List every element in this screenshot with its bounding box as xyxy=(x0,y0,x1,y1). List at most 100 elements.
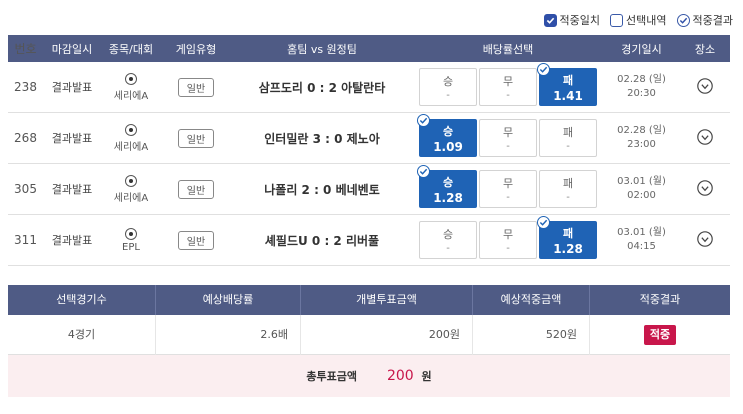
game-date: 02.28 (일) xyxy=(617,74,666,85)
summary-count: 4경기 xyxy=(8,314,156,355)
odds-option-1[interactable]: 무- xyxy=(479,68,537,106)
summary-header-odds: 예상배당률 xyxy=(156,285,301,315)
check-circle-icon xyxy=(417,165,430,178)
place-cell xyxy=(680,179,730,200)
game-status: 결과발표 xyxy=(51,234,93,247)
game-type-badge: 일반 xyxy=(177,230,215,250)
odds-value: - xyxy=(506,90,510,101)
odds-group: 승 1.28 무 - 패 - xyxy=(413,165,603,208)
summary-header-result: 적중결과 xyxy=(639,293,681,306)
type-cell: 일반 xyxy=(161,230,231,250)
match-teams: 삼프도리 0 : 2 아탈란타 xyxy=(258,80,386,95)
league-name: EPL xyxy=(122,241,140,253)
odds-label: 승 xyxy=(442,228,454,241)
odds-option-0[interactable]: 승 1.09 xyxy=(417,114,477,157)
odds-option-0[interactable]: 승- xyxy=(419,221,477,259)
odds-label: 승 xyxy=(442,175,454,189)
game-row: 268 결과발표 세리에A 일반 인터밀란 3 : 0 제노아 승 1.09 무 - 패 -02.2… xyxy=(8,113,730,164)
odds-value: - xyxy=(506,192,510,203)
game-datetime: 03.01 (월) 02:00 xyxy=(603,175,680,203)
total-amount: 200 xyxy=(386,368,414,384)
odds-option-1[interactable]: 무- xyxy=(479,170,537,208)
league-name: 세리에A xyxy=(113,141,149,153)
game-status: 결과발표 xyxy=(51,132,93,145)
legend-selection-label: 선택내역 xyxy=(626,14,667,27)
summary-row: 4경기 2.6배 200원 520원 적중 xyxy=(8,314,730,355)
total-bet-row: 총투표금액 200 원 xyxy=(8,355,730,397)
odds-option-0[interactable]: 승 1.28 xyxy=(417,165,477,208)
legend-match[interactable]: 적중일치 xyxy=(543,12,600,28)
place-cell xyxy=(680,128,730,149)
type-cell: 일반 xyxy=(161,77,231,97)
odds-label: 무 xyxy=(502,228,514,241)
soccer-ball-icon xyxy=(125,123,137,136)
header-type: 게임유형 xyxy=(175,42,217,56)
summary-payout: 520원 xyxy=(473,314,590,355)
summary-header-payout: 예상적중금액 xyxy=(473,285,590,315)
odds-option-0[interactable]: 승- xyxy=(419,68,477,106)
game-row: 311 결과발표 EPL 일반 셰필드U 0 : 2 리버풀 승 - 무 - 패 1.28 03.01… xyxy=(8,215,730,266)
summary-result-cell: 적중 xyxy=(590,315,730,355)
header-no: 번호 xyxy=(14,42,37,56)
game-number: 305 xyxy=(14,182,37,196)
game-time: 23:00 xyxy=(627,139,656,150)
odds-value: - xyxy=(506,243,510,254)
hit-badge: 적중 xyxy=(643,324,677,345)
game-time: 02:00 xyxy=(627,190,656,201)
game-datetime: 02.28 (일) 23:00 xyxy=(603,124,680,152)
league-cell: 세리에A xyxy=(101,174,161,204)
game-date: 02.28 (일) xyxy=(617,125,666,136)
game-row: 305 결과발표 세리에A 일반 나폴리 2 : 0 베네벤토 승 1.28 무 - 패 -03.0… xyxy=(8,164,730,215)
legend: 적중일치 선택내역 적중결과 xyxy=(543,10,733,30)
odds-label: 무 xyxy=(502,75,514,88)
odds-option-2[interactable]: 패- xyxy=(539,170,597,208)
odds-value: - xyxy=(506,141,510,152)
game-date: 03.01 (월) xyxy=(617,176,666,187)
game-date: 03.01 (월) xyxy=(617,227,666,238)
check-circle-icon xyxy=(537,216,550,229)
header-league: 종목/대회 xyxy=(108,42,154,56)
odds-value: 1.28 xyxy=(433,190,463,205)
location-pin-icon[interactable] xyxy=(696,77,714,98)
check-circle-icon xyxy=(537,63,550,76)
location-pin-icon[interactable] xyxy=(696,230,714,251)
check-circle-icon[interactable] xyxy=(676,13,690,27)
odds-label: 무 xyxy=(502,177,514,190)
legend-result[interactable]: 적중결과 xyxy=(676,12,733,28)
summary-table: 선택경기수 예상배당률 개별투표금액 예상적중금액 적중결과 4경기 2.6배 … xyxy=(8,285,730,397)
odds-label: 패 xyxy=(562,177,574,190)
game-status: 결과발표 xyxy=(51,183,93,196)
match-teams: 인터밀란 3 : 0 제노아 xyxy=(264,131,380,146)
games-table-header: 번호 마감일시 종목/대회 게임유형 홈팀 vs 원정팀 배당률선택 경기일시 … xyxy=(8,35,730,62)
location-pin-icon[interactable] xyxy=(696,179,714,200)
checkbox-checked-icon[interactable] xyxy=(543,13,557,27)
odds-option-2[interactable]: 패 1.41 xyxy=(537,63,597,106)
header-odds: 배당률선택 xyxy=(482,42,534,56)
header-place: 장소 xyxy=(694,42,716,56)
summary-header-count: 선택경기수 xyxy=(8,285,156,315)
odds-option-1[interactable]: 무- xyxy=(479,119,537,157)
legend-selection[interactable]: 선택내역 xyxy=(610,12,667,28)
odds-value: 1.09 xyxy=(433,139,463,154)
total-label: 총투표금액 xyxy=(306,370,357,383)
odds-label: 승 xyxy=(442,75,454,88)
location-pin-icon[interactable] xyxy=(696,128,714,149)
game-time: 04:15 xyxy=(627,241,656,252)
odds-option-1[interactable]: 무- xyxy=(479,221,537,259)
game-datetime: 02.28 (일) 20:30 xyxy=(603,73,680,101)
place-cell xyxy=(680,230,730,251)
odds-option-2[interactable]: 패 1.28 xyxy=(537,216,597,259)
total-amount-wrap: 200 원 xyxy=(387,368,432,384)
checkbox-empty-icon[interactable] xyxy=(610,13,624,27)
match-teams: 셰필드U 0 : 2 리버풀 xyxy=(264,233,380,248)
place-cell xyxy=(680,77,730,98)
game-datetime: 03.01 (월) 04:15 xyxy=(603,226,680,254)
soccer-ball-icon xyxy=(125,72,137,85)
odds-label: 패 xyxy=(562,226,574,240)
odds-value: 1.28 xyxy=(553,241,583,256)
game-type-badge: 일반 xyxy=(177,128,215,148)
header-date: 경기일시 xyxy=(621,42,662,56)
game-number: 311 xyxy=(14,233,37,247)
odds-value: 1.41 xyxy=(553,88,583,103)
odds-option-2[interactable]: 패- xyxy=(539,119,597,157)
